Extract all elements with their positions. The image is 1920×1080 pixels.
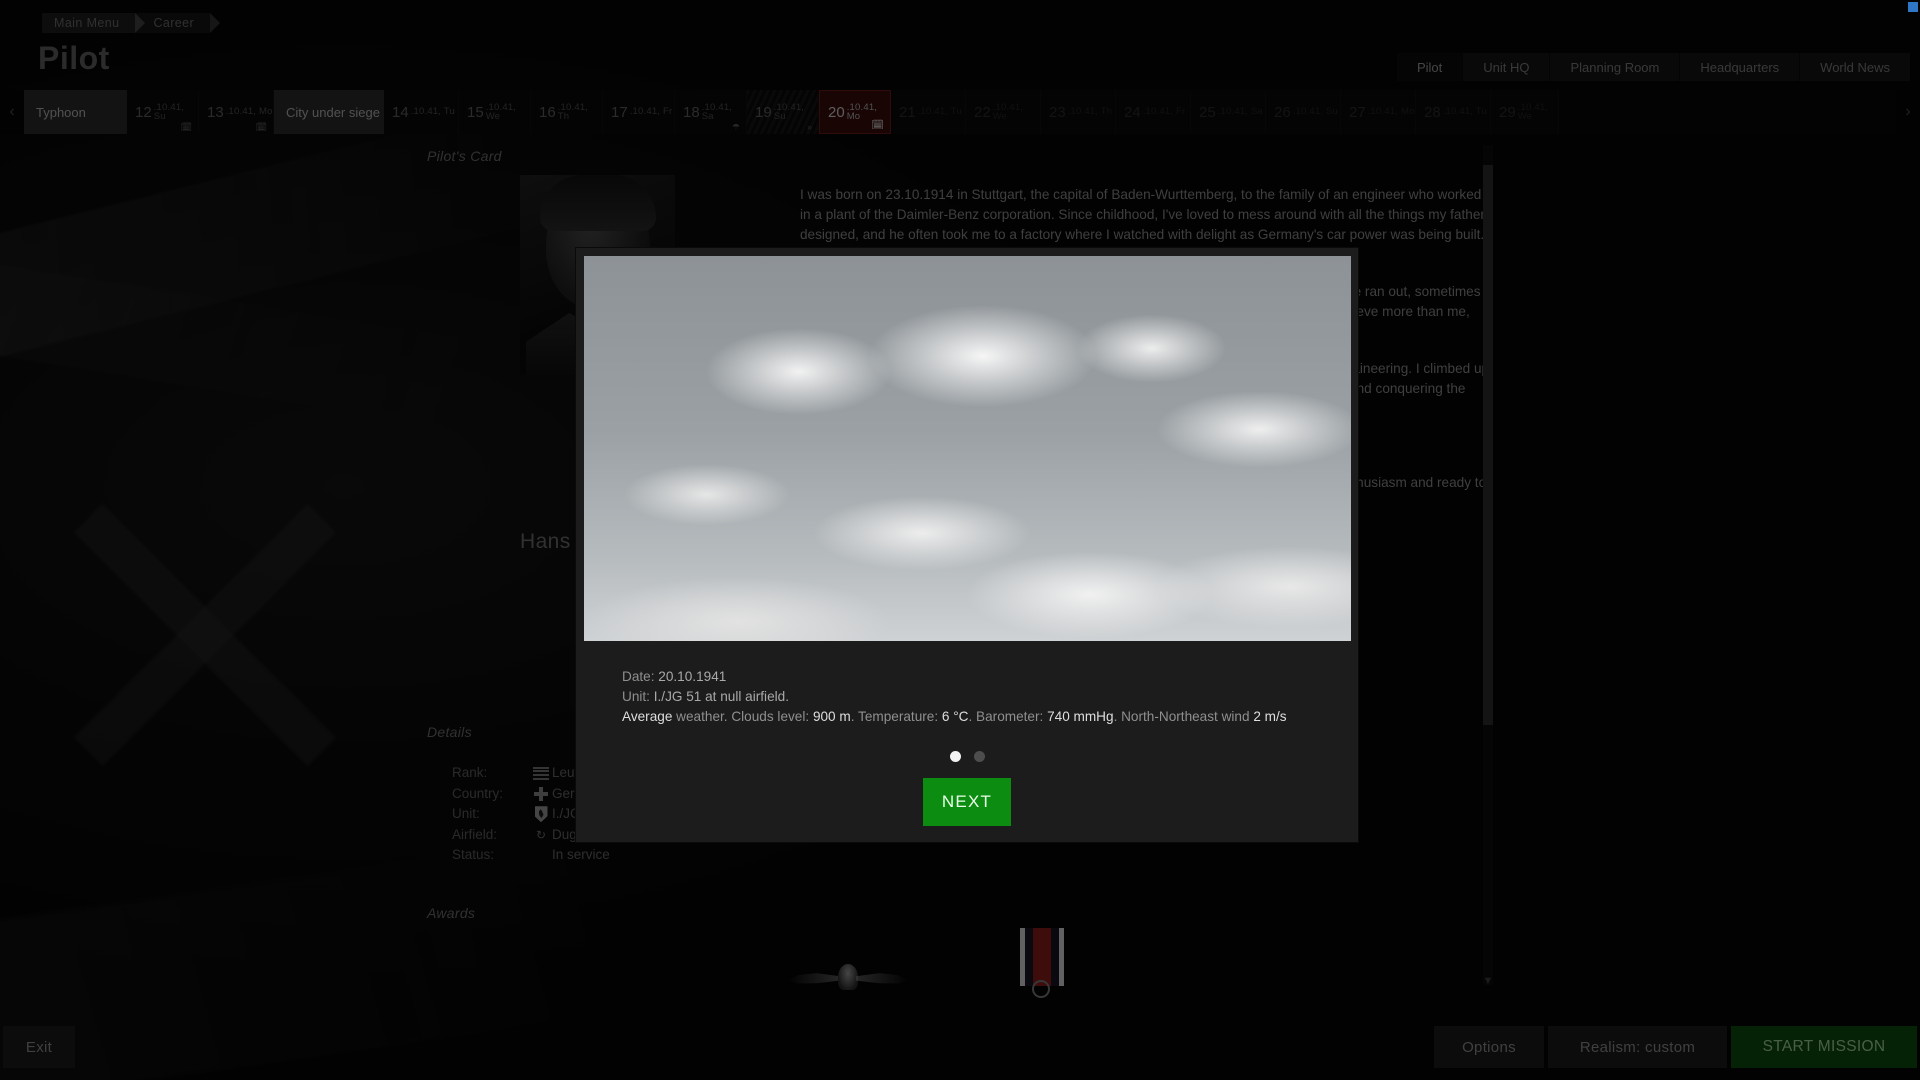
pagination-dot-2[interactable] bbox=[973, 751, 985, 762]
barometer-label: . Barometer: bbox=[968, 709, 1048, 724]
weather-prefix: weather. Clouds level: bbox=[672, 709, 813, 724]
briefing-date-line: Date: 20.10.1941 bbox=[622, 667, 1287, 687]
wind-label: . North-Northeast wind bbox=[1113, 709, 1254, 724]
wind-speed-value: 2 m/s bbox=[1253, 709, 1287, 724]
sky-clouds-briefing-photo bbox=[583, 256, 1351, 641]
mission-briefing-dialog: Date: 20.10.1941 Unit: I./JG 51 at null … bbox=[576, 248, 1358, 842]
corner-marker bbox=[1908, 2, 1918, 12]
weather-quality: Average bbox=[622, 709, 673, 724]
briefing-weather-line: Average weather. Clouds level: 900 m. Te… bbox=[622, 707, 1287, 727]
pagination-dots bbox=[949, 751, 985, 762]
temperature-label: . Temperature: bbox=[850, 709, 942, 724]
button-label: NEXT bbox=[941, 792, 993, 811]
pagination-dot-1[interactable] bbox=[949, 751, 961, 762]
barometer-value: 740 mmHg bbox=[1047, 709, 1114, 724]
briefing-unit-line: Unit: I./JG 51 at null airfield. bbox=[622, 687, 1287, 707]
unit-label: Unit: bbox=[622, 689, 650, 704]
date-value: 20.10.1941 bbox=[658, 669, 727, 684]
unit-value: I./JG 51 at null airfield. bbox=[653, 689, 789, 704]
clouds-level-value: 900 m bbox=[812, 709, 851, 724]
date-label: Date: bbox=[622, 669, 655, 684]
briefing-info: Date: 20.10.1941 Unit: I./JG 51 at null … bbox=[622, 667, 1287, 727]
next-button[interactable]: NEXT bbox=[923, 778, 1011, 826]
temperature-value: 6 °C bbox=[941, 709, 969, 724]
app-root: Main Menu Career Pilot Pilot Unit HQ Pla… bbox=[0, 0, 1920, 1080]
